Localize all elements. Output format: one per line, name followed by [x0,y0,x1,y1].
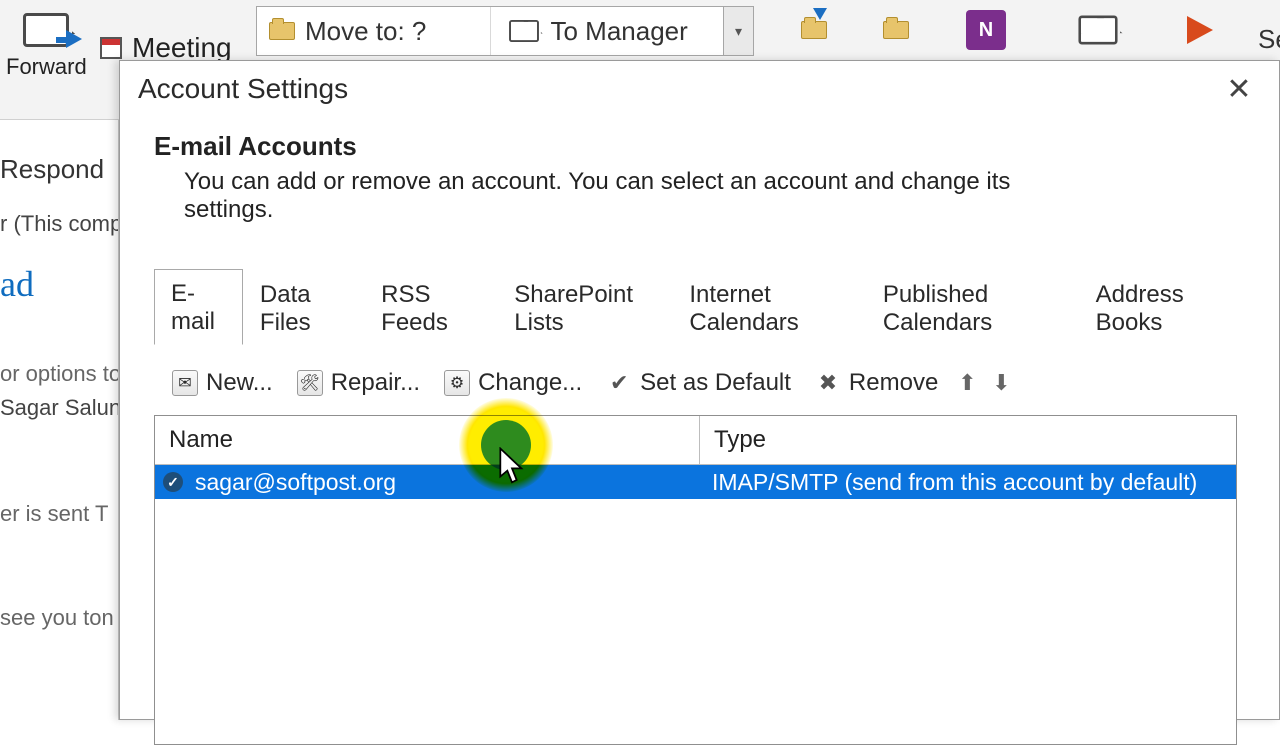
msg-preview-1: or options to [0,357,118,391]
tab-published-calendars[interactable]: Published Calendars [866,270,1079,345]
quicksteps-more-dropdown[interactable]: ▾ [723,7,753,55]
new-account-button[interactable]: ✉ New... [164,365,281,401]
repair-account-button[interactable]: 🛠 Repair... [289,365,428,401]
unread-filter[interactable]: ad [0,259,118,309]
remove-label: Remove [849,369,938,397]
settings-tabs: E-mail Data Files RSS Feeds SharePoint L… [154,268,1243,345]
new-label: New... [206,369,273,397]
default-account-icon: ✓ [155,472,191,492]
search-people-stub[interactable]: Se [1258,24,1280,55]
rules-button[interactable] [862,6,930,54]
to-manager-label: To Manager [551,16,688,47]
close-button[interactable]: ✕ [1217,72,1261,107]
section-subtitle: You can add or remove an account. You ca… [184,168,1084,224]
column-name[interactable]: Name [155,416,700,464]
forward-button[interactable]: Forward [6,6,87,80]
change-icon: ⚙ [444,370,470,396]
account-type-cell: IMAP/SMTP (send from this account by def… [700,469,1236,496]
reading-pane-clip: Respond r (This comp ad or options to Sa… [0,120,119,720]
account-settings-dialog: Account Settings ✕ E-mail Accounts You c… [119,60,1280,720]
change-label: Change... [478,369,582,397]
tab-data-files[interactable]: Data Files [243,270,364,345]
remove-icon: ✖ [815,370,841,396]
account-name-cell: sagar@softpost.org [191,469,700,496]
mark-unread-button[interactable] [1064,6,1132,54]
quick-steps-gallery[interactable]: Move to: ? To Manager ▾ [256,6,754,56]
tab-email[interactable]: E-mail [154,269,243,345]
envelope-unread-icon [1078,16,1117,45]
envelope-icon [509,20,539,42]
flag-icon [1187,16,1213,44]
move-to-quickstep[interactable]: Move to: ? [257,7,490,55]
grid-header: Name Type [155,416,1236,465]
onenote-button[interactable]: N [952,6,1020,54]
set-default-button[interactable]: ✔ Set as Default [598,365,799,401]
tab-rss-feeds[interactable]: RSS Feeds [364,270,497,345]
move-up-button[interactable]: ⬆ [954,370,980,396]
respond-label: Respond [0,150,118,189]
accounts-grid: Name Type ✓ sagar@softpost.org IMAP/SMTP… [154,415,1237,745]
to-manager-quickstep[interactable]: To Manager [491,7,724,55]
change-account-button[interactable]: ⚙ Change... [436,365,590,401]
forward-label: Forward [6,54,87,80]
column-type[interactable]: Type [700,416,1236,464]
tab-address-books[interactable]: Address Books [1079,270,1243,345]
remove-account-button[interactable]: ✖ Remove [807,365,946,401]
new-icon: ✉ [172,370,198,396]
repair-label: Repair... [331,369,420,397]
account-row[interactable]: ✓ sagar@softpost.org IMAP/SMTP (send fro… [155,465,1236,499]
dialog-titlebar: Account Settings ✕ [120,61,1279,117]
section-heading: E-mail Accounts [154,131,1255,162]
rules-folder-icon [883,21,909,39]
msg-preview-3: see you ton [0,601,118,635]
forward-icon [14,6,79,54]
msg-sender-1: Sagar Salunl [0,391,118,425]
repair-icon: 🛠 [297,370,323,396]
move-to-label: Move to: ? [305,16,426,47]
folder-icon [269,22,295,40]
move-folder-icon [801,21,827,39]
msg-preview-2: er is sent T [0,497,118,531]
move-folder-button[interactable] [780,6,848,54]
folder-node[interactable]: r (This comp [0,207,118,241]
calendar-icon [100,37,122,59]
accounts-toolbar: ✉ New... 🛠 Repair... ⚙ Change... ✔ Set a… [154,345,1255,415]
tab-internet-calendars[interactable]: Internet Calendars [672,270,865,345]
onenote-icon: N [966,10,1006,50]
tab-sharepoint[interactable]: SharePoint Lists [497,270,672,345]
set-default-label: Set as Default [640,369,791,397]
dialog-title: Account Settings [138,73,348,105]
follow-up-button[interactable] [1166,6,1234,54]
move-down-button[interactable]: ⬇ [988,370,1014,396]
check-icon: ✔ [606,370,632,396]
